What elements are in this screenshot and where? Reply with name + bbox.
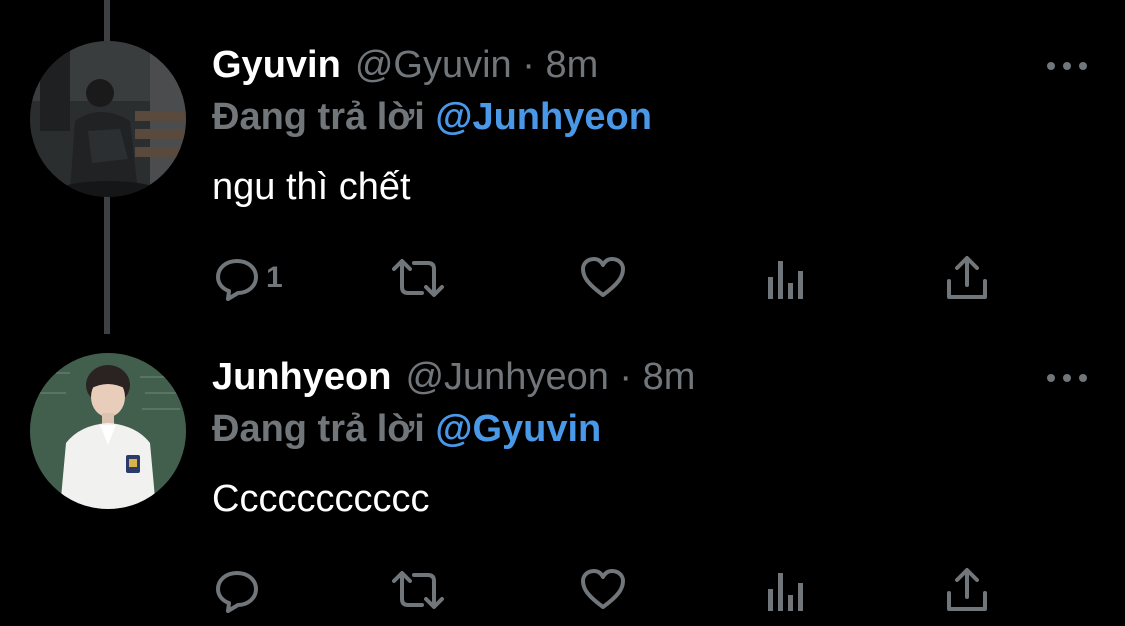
replying-to: Đang trả lời @Gyuvin	[212, 408, 601, 451]
avatar-photo-junhyeon	[30, 353, 186, 509]
avatar[interactable]	[30, 353, 186, 509]
separator: ·	[522, 44, 535, 86]
display-name[interactable]: Gyuvin	[212, 44, 341, 87]
reply-icon	[216, 571, 258, 613]
reply-icon	[216, 259, 258, 301]
avatar-photo-gyuvin	[30, 41, 186, 197]
retweet-icon	[392, 259, 444, 297]
replying-to: Đang trả lời @Junhyeon	[212, 96, 652, 139]
views-button[interactable]	[764, 562, 808, 618]
share-button[interactable]	[944, 250, 990, 306]
views-button[interactable]	[764, 250, 808, 306]
tweet-text: Ccccccccccc	[212, 478, 430, 520]
share-icon	[947, 256, 987, 299]
retweet-button[interactable]	[388, 562, 448, 618]
replying-to-label: Đang trả lời	[212, 96, 425, 138]
reply-button[interactable]	[212, 562, 266, 618]
separator: ·	[619, 356, 633, 398]
reply-count: 1	[266, 261, 283, 294]
replying-to-label: Đang trả lời	[212, 408, 425, 450]
more-icon[interactable]	[1047, 368, 1087, 388]
like-icon	[581, 257, 625, 297]
tweet-text: ngu thì chết	[212, 166, 411, 208]
like-icon	[581, 569, 625, 609]
tweet-header: Junhyeon @Junhyeon · 8m	[212, 356, 695, 404]
mention-link[interactable]: @Gyuvin	[435, 408, 601, 450]
tweet[interactable]: Junhyeon @Junhyeon · 8m Đang trả lời @Gy…	[0, 312, 1125, 624]
more-icon[interactable]	[1047, 56, 1087, 76]
display-name[interactable]: Junhyeon	[212, 356, 391, 399]
timestamp[interactable]: 8m	[545, 44, 598, 86]
tweet-header: Gyuvin @Gyuvin · 8m	[212, 44, 598, 92]
avatar[interactable]	[30, 41, 186, 197]
like-button[interactable]	[578, 562, 628, 618]
tweet[interactable]: Gyuvin @Gyuvin · 8m Đang trả lời @Junhye…	[0, 0, 1125, 312]
handle[interactable]: @Junhyeon	[405, 356, 608, 398]
action-bar: 1	[212, 250, 1012, 306]
timestamp[interactable]: 8m	[643, 356, 696, 398]
mention-link[interactable]: @Junhyeon	[435, 96, 652, 138]
retweet-button[interactable]	[388, 250, 448, 306]
views-icon	[768, 261, 803, 299]
handle-and-time: @Junhyeon · 8m	[405, 356, 695, 399]
handle-and-time: @Gyuvin · 8m	[355, 44, 598, 87]
handle[interactable]: @Gyuvin	[355, 44, 512, 86]
like-button[interactable]	[578, 250, 628, 306]
share-icon	[947, 568, 987, 611]
reply-button[interactable]: 1	[212, 250, 283, 306]
retweet-icon	[392, 571, 444, 609]
action-bar	[212, 562, 1012, 618]
share-button[interactable]	[944, 562, 990, 618]
views-icon	[768, 573, 803, 611]
